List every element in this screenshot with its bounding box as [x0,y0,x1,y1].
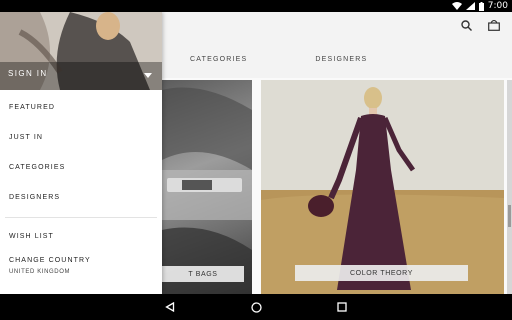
current-country-label: UNITED KINGDOM [9,269,71,275]
card-label-color-theory[interactable]: COLOR THEORY [295,265,468,281]
home-button[interactable] [241,294,271,320]
card-label-bags[interactable]: T BAGS [162,266,244,282]
next-card-edge [507,80,512,294]
product-card-bags[interactable]: T BAGS [162,80,252,294]
recents-button[interactable] [327,294,357,320]
bag-photo [162,87,252,294]
wifi-icon [451,2,462,10]
drawer-item-change-country[interactable]: CHANGE COUNTRY [9,257,91,264]
recents-icon [337,302,347,312]
header-tabs: CATEGORIES DESIGNERS [162,52,407,68]
fashion-photo [0,12,162,90]
shopping-bag-icon[interactable] [488,20,500,31]
drawer-item-designers[interactable]: DESIGNERS [9,194,60,201]
drawer-item-just-in[interactable]: JUST IN [9,134,43,141]
status-icons: 7:00 [451,0,508,12]
scrollbar-thumb[interactable] [508,205,511,227]
tab-categories[interactable]: CATEGORIES [190,52,247,68]
sign-in-label[interactable]: SIGN IN [8,69,48,78]
status-time: 7:00 [487,1,508,11]
search-icon[interactable] [461,20,472,31]
drawer-divider [5,217,157,218]
product-card-color-theory[interactable]: COLOR THEORY [261,80,504,294]
drawer-item-categories[interactable]: CATEGORIES [9,164,65,171]
signal-icon [465,2,475,10]
dropdown-caret-icon[interactable] [144,73,152,78]
drawer-item-featured[interactable]: FEATURED [9,104,55,111]
home-icon [250,301,262,313]
navigation-drawer: SIGN IN FEATURED JUST IN CATEGORIES DESI… [0,12,162,294]
drawer-item-wish-list[interactable]: WISH LIST [9,233,54,240]
back-icon [165,302,175,312]
battery-icon [478,1,484,11]
dress-photo [261,80,504,294]
status-bar: 7:00 [0,0,512,12]
tab-designers[interactable]: DESIGNERS [315,52,367,68]
back-button[interactable] [155,294,185,320]
drawer-header-image: SIGN IN [0,12,162,90]
header-actions [461,20,500,31]
